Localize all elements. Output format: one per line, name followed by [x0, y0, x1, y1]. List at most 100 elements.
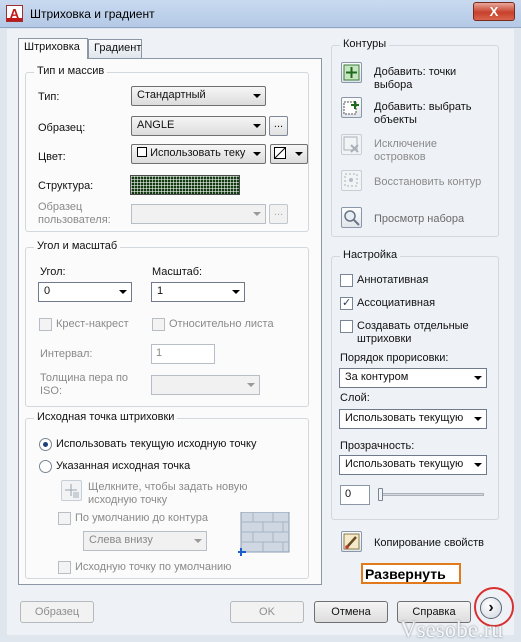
associative-checkbox[interactable] — [340, 296, 353, 310]
pattern-dropdown[interactable]: ANGLE — [131, 116, 266, 136]
default-extents-label: По умолчанию до контура — [75, 512, 208, 524]
add-pick-points-icon — [343, 64, 360, 81]
annotative-label: Аннотативная — [357, 274, 429, 286]
spacing-input[interactable]: 1 — [151, 344, 215, 364]
chevron-down-icon — [247, 383, 255, 387]
relative-to-paper-label: Относительно листа — [169, 318, 274, 330]
transparency-dropdown[interactable]: Использовать текущую — [339, 455, 487, 475]
specified-origin-radio[interactable] — [39, 460, 52, 473]
angle-label: Угол: — [40, 266, 66, 278]
cancel-button[interactable]: Отмена — [314, 601, 388, 623]
scale-value: 1 — [157, 285, 164, 297]
chevron-down-icon — [295, 152, 303, 156]
remove-islands-button[interactable] — [341, 134, 362, 155]
custom-pattern-browse-button[interactable]: ... — [269, 204, 288, 224]
remove-islands-label-1: Исключение — [374, 138, 437, 150]
separate-hatches-checkbox[interactable] — [340, 320, 353, 333]
relative-to-paper-checkbox[interactable] — [152, 318, 165, 331]
chevron-right-icon: › — [488, 599, 494, 616]
tab-hatch[interactable]: Штриховка — [18, 38, 88, 59]
transparency-input[interactable]: 0 — [340, 485, 370, 505]
expand-button[interactable]: › — [480, 597, 502, 619]
use-current-origin-radio[interactable] — [39, 438, 52, 451]
type-dropdown[interactable]: Стандартный — [131, 86, 266, 106]
color-dropdown[interactable]: Использовать теку — [131, 144, 266, 164]
recreate-boundary-label: Восстановить контур — [374, 176, 482, 188]
add-select-objects-label-2: объекты — [374, 114, 417, 126]
annotative-checkbox[interactable] — [340, 274, 353, 287]
add-pick-points-label-1: Добавить: точки — [374, 66, 457, 78]
set-origin-button[interactable] — [61, 480, 82, 501]
default-extents-checkbox[interactable] — [58, 512, 71, 525]
layer-label: Слой: — [340, 392, 370, 404]
title-bar: A Штриховка и градиент X — [0, 0, 521, 28]
angle-scale-title: Угол и масштаб — [34, 240, 121, 252]
add-pick-points-label-2: выбора — [374, 79, 413, 91]
layer-dropdown[interactable]: Использовать текущую — [339, 409, 487, 429]
associative-label: Ассоциативная — [357, 297, 436, 309]
ok-button[interactable]: OK — [230, 601, 304, 623]
custom-pattern-label-1: Образец — [38, 201, 83, 213]
autocad-app-icon: A — [6, 5, 23, 22]
click-origin-label-1: Щелкните, чтобы задать новую — [88, 481, 248, 493]
chevron-down-icon — [119, 290, 127, 294]
add-pick-points-button[interactable] — [341, 62, 362, 83]
view-selections-label: Просмотр набора — [374, 213, 465, 225]
separate-hatches-label-2: штриховки — [357, 333, 412, 345]
angle-dropdown[interactable]: 0 — [38, 282, 132, 302]
angle-value: 0 — [44, 285, 51, 297]
close-button[interactable]: X — [473, 2, 515, 21]
type-value: Стандартный — [137, 89, 206, 101]
color-swatch — [137, 147, 147, 157]
view-selections-button[interactable] — [341, 207, 362, 228]
chevron-down-icon — [474, 417, 482, 421]
window-title: Штриховка и градиент — [30, 7, 155, 21]
pen-width-dropdown[interactable] — [151, 375, 260, 395]
scale-dropdown[interactable]: 1 — [151, 282, 245, 302]
double-label: Крест-накрест — [56, 318, 129, 330]
chevron-down-icon — [253, 212, 261, 216]
pattern-browse-button[interactable]: ... — [269, 116, 288, 136]
click-origin-label-2: исходную точку — [88, 494, 168, 506]
preview-button[interactable]: Образец — [20, 601, 94, 623]
chevron-down-icon — [232, 290, 240, 294]
inherit-properties-button[interactable] — [341, 531, 362, 552]
recreate-boundary-button[interactable] — [341, 170, 362, 191]
recreate-boundary-icon — [344, 173, 358, 187]
specified-origin-label: Указанная исходная точка — [56, 460, 191, 472]
draw-order-value: За контуром — [345, 371, 409, 383]
chevron-down-icon — [253, 94, 261, 98]
origin-position-value: Слева внизу — [89, 534, 153, 546]
add-select-objects-icon — [343, 101, 359, 115]
pick-point-plus-icon — [65, 484, 79, 498]
pattern-label: Образец: — [38, 122, 86, 134]
store-default-origin-checkbox[interactable] — [58, 561, 71, 574]
pen-width-label-1: Толщина пера по — [40, 372, 129, 384]
tab-gradient[interactable]: Градиент — [88, 39, 142, 58]
brick-origin-preview-icon — [238, 512, 290, 556]
scale-label: Масштаб: — [152, 266, 203, 278]
chevron-down-icon — [253, 152, 261, 156]
origin-position-dropdown[interactable]: Слева внизу — [83, 531, 207, 551]
type-label: Тип: — [38, 91, 60, 103]
paintbrush-icon — [343, 533, 360, 550]
custom-pattern-dropdown[interactable] — [131, 204, 266, 224]
no-fill-icon — [274, 147, 286, 159]
separate-hatches-label-1: Создавать отдельные — [357, 320, 469, 332]
pattern-swatch-preview[interactable] — [130, 175, 240, 195]
pen-width-label-2: ISO: — [40, 385, 63, 397]
transparency-label: Прозрачность: — [340, 440, 415, 452]
store-default-origin-label: Исходную точку по умолчанию — [75, 561, 232, 573]
chevron-down-icon — [253, 124, 261, 128]
use-current-origin-label: Использовать текущую исходную точку — [56, 438, 257, 450]
chevron-down-icon — [194, 539, 202, 543]
double-checkbox[interactable] — [39, 318, 52, 331]
remove-islands-label-2: островков — [374, 151, 426, 163]
add-select-objects-button[interactable] — [341, 97, 362, 118]
background-color-dropdown[interactable] — [270, 144, 308, 164]
draw-order-dropdown[interactable]: За контуром — [339, 368, 487, 388]
color-label: Цвет: — [38, 151, 66, 163]
transparency-slider-track[interactable] — [378, 493, 484, 496]
options-group: Настройка — [331, 249, 499, 520]
transparency-slider-thumb[interactable] — [378, 488, 383, 501]
